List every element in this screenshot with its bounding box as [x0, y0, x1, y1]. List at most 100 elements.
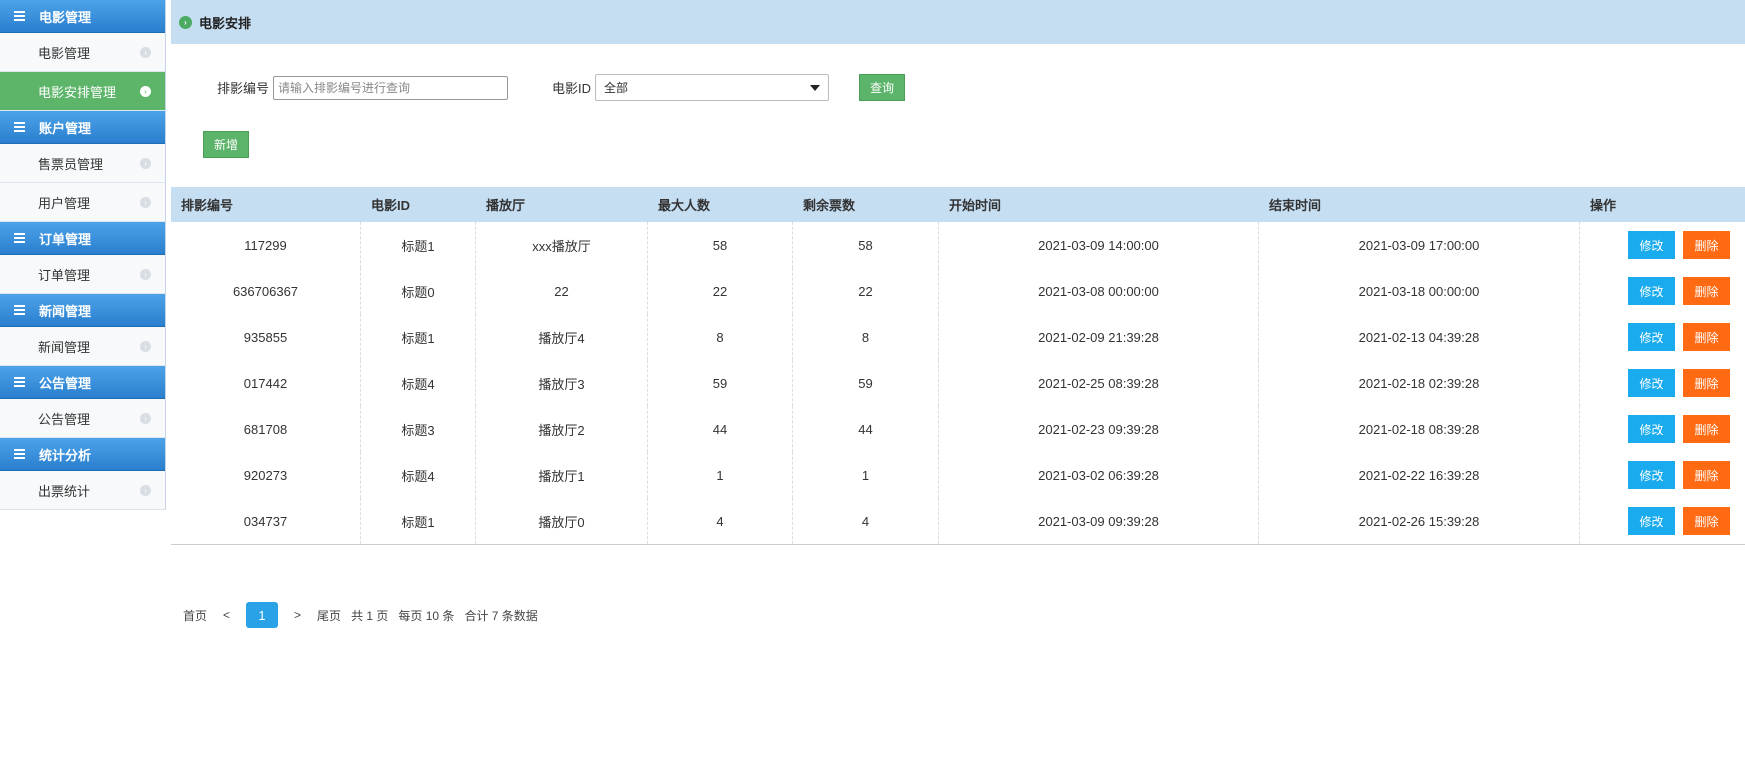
column-header: 操作 [1590, 198, 1617, 213]
chevron-right-icon: › [140, 412, 151, 424]
schedule-id-label: 排影编号 [217, 81, 270, 96]
first-page-link[interactable]: 首页 [183, 607, 207, 624]
column-header: 电影ID [371, 198, 411, 213]
edit-button[interactable]: 修改 [1628, 507, 1675, 535]
row-actions: 修改 删除 [1580, 406, 1745, 452]
chevron-right-icon: › [140, 46, 151, 58]
sidebar-item-label: 售票员管理 [38, 156, 104, 172]
table-cell: 标题1 [361, 222, 476, 268]
table-cell: 117299 [171, 222, 361, 268]
last-page-link[interactable]: 尾页 [317, 607, 341, 624]
sidebar-group-header[interactable]: 新闻管理 [0, 294, 165, 327]
row-actions: 修改 删除 [1580, 452, 1745, 498]
edit-button[interactable]: 修改 [1628, 323, 1675, 351]
edit-button[interactable]: 修改 [1628, 277, 1675, 305]
table-row: 636706367 标题0 22 22 22 2021-03-08 00:00:00 202… [171, 268, 1745, 314]
table-row: 017442 标题4 播放厅3 59 59 2021-02-25 08:39:28 2021… [171, 360, 1745, 406]
table-cell: 935855 [171, 314, 361, 360]
table-cell: 8 [648, 314, 793, 360]
chevron-right-icon: › [140, 268, 151, 280]
main-content: › 电影安排 排影编号 电影ID 全部 查询 新增 排影编号电影ID播放厅最大人… [171, 0, 1745, 767]
delete-button[interactable]: 删除 [1683, 277, 1730, 305]
total-count: 合计 7 条数据 [464, 608, 538, 623]
table-cell: 2021-03-09 14:00:00 [939, 222, 1259, 268]
list-icon [14, 305, 25, 315]
delete-button[interactable]: 删除 [1683, 231, 1730, 259]
delete-button[interactable]: 删除 [1683, 415, 1730, 443]
table-cell: 59 [793, 360, 939, 406]
table-row: 920273 标题4 播放厅1 1 1 2021-03-02 06:39:28 2021-0… [171, 452, 1745, 498]
delete-button[interactable]: 删除 [1683, 461, 1730, 489]
sidebar-item-label: 订单管理 [38, 267, 91, 283]
table-cell: 1 [793, 452, 939, 498]
sidebar-item[interactable]: 用户管理 › [0, 183, 165, 222]
movie-id-select-value: 全部 [604, 81, 629, 95]
per-page: 每页 10 条 [398, 608, 455, 623]
sidebar-group-header[interactable]: 公告管理 [0, 366, 165, 399]
sidebar-item[interactable]: 电影安排管理 › [0, 72, 165, 111]
prev-page-link[interactable]: < [223, 608, 230, 622]
column-header: 最大人数 [658, 198, 711, 213]
sidebar-item[interactable]: 公告管理 › [0, 399, 165, 438]
edit-button[interactable]: 修改 [1628, 415, 1675, 443]
add-button[interactable]: 新增 [203, 131, 250, 158]
sidebar-group-header[interactable]: 电影管理 [0, 0, 165, 33]
edit-button[interactable]: 修改 [1628, 369, 1675, 397]
movie-id-select[interactable]: 全部 [595, 74, 830, 101]
table-cell: 标题4 [361, 360, 476, 406]
sidebar: 电影管理 电影管理 › 电影安排管理 › 账户管理 售票员管理 › 用户管理 › 订单管理 订单管理 ›… [0, 0, 166, 510]
table-cell: 2021-02-18 08:39:28 [1259, 406, 1580, 452]
row-actions: 修改 删除 [1580, 268, 1745, 314]
table-cell: 58 [648, 222, 793, 268]
delete-button[interactable]: 删除 [1683, 507, 1730, 535]
current-page[interactable]: 1 [246, 602, 279, 628]
sidebar-item-label: 电影安排管理 [38, 84, 117, 100]
schedule-id-input[interactable] [273, 75, 509, 100]
row-actions: 修改 删除 [1580, 314, 1745, 360]
sidebar-item[interactable]: 订单管理 › [0, 255, 165, 294]
table-cell: 2021-03-18 00:00:00 [1259, 268, 1580, 314]
column-header: 结束时间 [1269, 198, 1322, 213]
list-icon [14, 122, 25, 132]
table-cell: 2021-02-13 04:39:28 [1259, 314, 1580, 360]
delete-button[interactable]: 删除 [1683, 323, 1730, 351]
sidebar-group-header[interactable]: 统计分析 [0, 438, 165, 471]
movie-id-label: 电影ID [552, 81, 592, 96]
sidebar-item[interactable]: 售票员管理 › [0, 144, 165, 183]
edit-button[interactable]: 修改 [1628, 231, 1675, 259]
page-title: 电影安排 [199, 15, 252, 31]
table-cell: 4 [793, 498, 939, 544]
table-row: 935855 标题1 播放厅4 8 8 2021-02-09 21:39:28 2021-0… [171, 314, 1745, 360]
table-header: 排影编号 电影ID 播放厅 最大人数 剩余票数 开始时间 结束时间 操作 [171, 187, 1745, 222]
sidebar-item[interactable]: 电影管理 › [0, 33, 165, 72]
sidebar-item[interactable]: 新闻管理 › [0, 327, 165, 366]
next-page-link[interactable]: > [294, 608, 301, 622]
table-cell: 标题3 [361, 406, 476, 452]
table-cell: 标题0 [361, 268, 476, 314]
table-cell: 播放厅0 [476, 498, 648, 544]
table-cell: 播放厅4 [476, 314, 648, 360]
table-cell: 1 [648, 452, 793, 498]
sidebar-group-title: 公告管理 [39, 375, 92, 391]
table-cell: 2021-02-26 15:39:28 [1259, 498, 1580, 544]
sidebar-group-title: 账户管理 [39, 120, 92, 136]
table-cell: 681708 [171, 406, 361, 452]
search-button[interactable]: 查询 [859, 74, 906, 101]
sidebar-group-title: 统计分析 [39, 447, 92, 463]
table-body: 117299 标题1 xxx播放厅 58 58 2021-03-09 14:00:00 20… [171, 222, 1745, 544]
sidebar-item[interactable]: 出票统计 › [0, 471, 165, 510]
table-row: 117299 标题1 xxx播放厅 58 58 2021-03-09 14:00:00 20… [171, 222, 1745, 268]
table-cell: 58 [793, 222, 939, 268]
chevron-right-icon: › [140, 340, 151, 352]
edit-button[interactable]: 修改 [1628, 461, 1675, 489]
delete-button[interactable]: 删除 [1683, 369, 1730, 397]
row-actions: 修改 删除 [1580, 222, 1745, 268]
table-cell: 2021-03-09 09:39:28 [939, 498, 1259, 544]
chevron-right-icon: › [140, 484, 151, 496]
sidebar-group-header[interactable]: 账户管理 [0, 111, 165, 144]
table-cell: 2021-03-09 17:00:00 [1259, 222, 1580, 268]
column-header: 播放厅 [486, 198, 526, 213]
sidebar-group-header[interactable]: 订单管理 [0, 222, 165, 255]
table-cell: 034737 [171, 498, 361, 544]
table-cell: 标题4 [361, 452, 476, 498]
